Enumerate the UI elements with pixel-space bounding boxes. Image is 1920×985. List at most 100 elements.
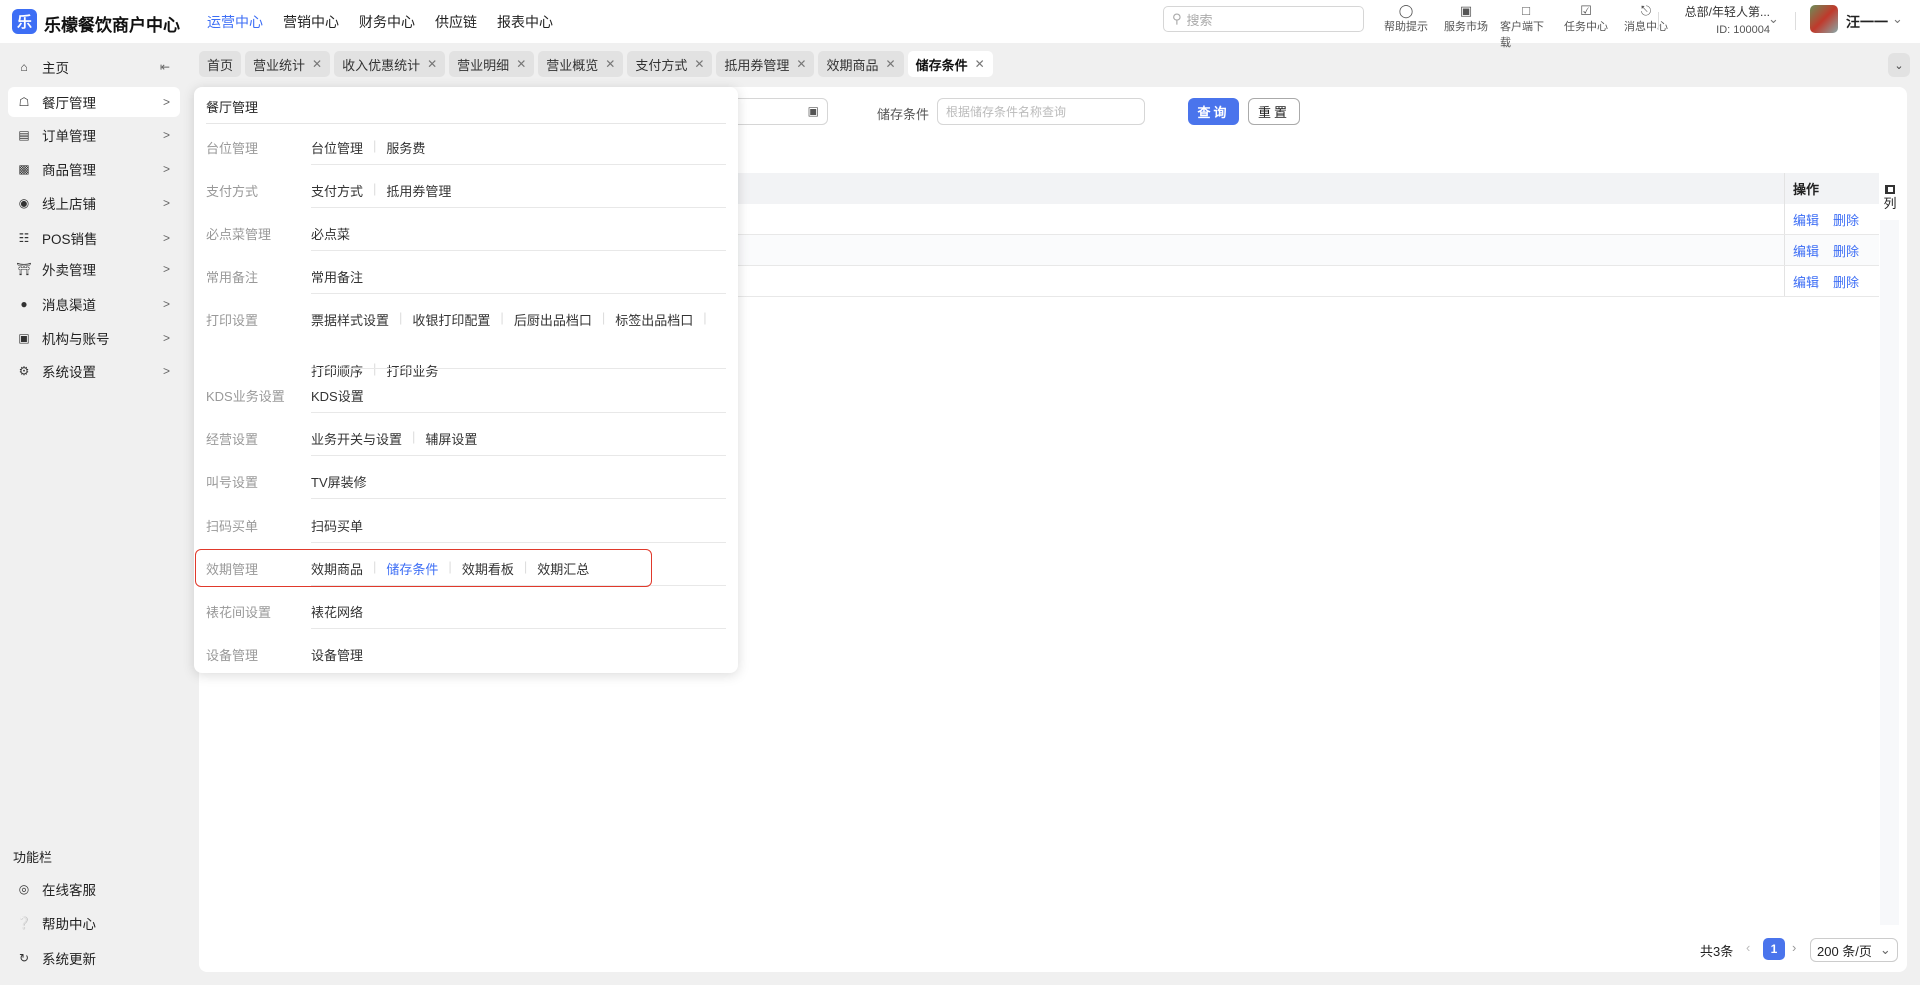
page-size-select[interactable]: 200 条/页 ⌄ [1810,938,1898,962]
nav-report-center[interactable]: 报表中心 [497,12,553,32]
tab-voucher-management[interactable]: 抵用券管理 ✕ [716,51,815,77]
sidebar-item-settings[interactable]: ⚙ 系统设置 > [8,356,180,386]
close-icon[interactable]: ✕ [694,57,704,71]
edit-link[interactable]: 编辑 [1793,241,1819,260]
menu-item[interactable]: TV屏装修 [311,472,367,491]
org-id: ID: 100004 [1716,24,1770,36]
delete-link[interactable]: 删除 [1833,210,1859,229]
menu-item[interactable]: 抵用券管理 [386,181,451,200]
column-settings-button[interactable]: 列 [1880,183,1900,213]
collapse-sidebar-icon[interactable]: ⇤ [160,60,170,74]
sidebar-item-help-center[interactable]: ❔ 帮助中心 [8,908,180,938]
sidebar-item-takeout[interactable]: ⛩ 外卖管理 > [8,254,180,284]
task-center-button[interactable]: ☑ 任务中心 [1560,3,1612,50]
order-icon: ▤ [18,128,30,142]
close-icon[interactable]: ✕ [427,57,437,71]
close-icon[interactable]: ✕ [312,57,322,71]
sidebar-item-pos[interactable]: ☷ POS销售 > [8,223,180,253]
menu-group-items: 裱花网络 [311,602,711,621]
client-download-button[interactable]: □ 客户端下载 [1500,3,1552,50]
nav-finance-center[interactable]: 财务中心 [359,12,415,32]
page-size-value: 200 条/页 [1817,943,1872,959]
message-center-button[interactable]: ⎋ 消息中心 [1620,3,1672,50]
sidebar-item-org-accounts[interactable]: ▣ 机构与账号 > [8,323,180,353]
tab-label: 收入优惠统计 [342,57,421,73]
question-icon: ❔ [16,916,32,930]
tab-payment-methods[interactable]: 支付方式 ✕ [627,51,713,77]
tab-business-detail[interactable]: 营业明细 ✕ [449,51,535,77]
tab-business-overview[interactable]: 营业概览 ✕ [538,51,624,77]
delete-link[interactable]: 删除 [1833,272,1859,291]
menu-item[interactable]: 服务费 [386,138,425,157]
menu-item[interactable]: 业务开关与设置 [311,429,402,448]
edit-link[interactable]: 编辑 [1793,272,1819,291]
menu-item[interactable]: KDS设置 [311,386,364,405]
sidebar-item-home[interactable]: ⌂ 主页 ⇤ [8,52,180,82]
chevron-down-icon[interactable]: ⌄ [1892,11,1903,27]
menu-item[interactable]: 支付方式 [311,181,363,200]
menu-item[interactable]: 收银打印配置 [412,310,490,329]
help-tips-button[interactable]: ◯ 帮助提示 [1380,3,1432,50]
chevron-right-icon: > [162,95,170,109]
table-scrollbar[interactable] [1880,220,1899,925]
sidebar-item-restaurant[interactable]: ☖ 餐厅管理 > [8,87,180,117]
user-name[interactable]: 汪一一 [1846,12,1888,32]
tab-storage-conditions[interactable]: 储存条件 ✕ [907,51,993,77]
menu-item[interactable]: 扫码买单 [311,516,363,535]
chevron-right-icon: > [162,231,170,245]
menu-item[interactable]: 设备管理 [311,645,363,664]
tab-home[interactable]: 首页 [199,51,242,77]
search-box[interactable]: ⚲ 搜索 [1163,6,1364,32]
nav-ops-center[interactable]: 运营中心 [207,12,263,32]
menu-item[interactable]: 裱花网络 [311,602,363,621]
edit-link[interactable]: 编辑 [1793,210,1819,229]
next-page-button[interactable]: › [1792,940,1796,955]
sidebar-item-online-service[interactable]: ◎ 在线客服 [8,874,180,904]
menu-group-label: 设备管理 [206,648,259,663]
nav-supply-chain[interactable]: 供应链 [435,12,477,32]
menu-item[interactable]: 打印业务 [386,361,438,380]
sidebar-item-online-store[interactable]: ◉ 线上店铺 > [8,188,180,218]
prev-page-button[interactable]: ‹ [1746,940,1750,955]
reset-button[interactable]: 重置 [1248,98,1300,125]
divider [311,498,726,499]
divider [1658,12,1659,30]
divider [1795,12,1796,30]
org-selector[interactable]: 总部/年轻人第... ID: 100004 [1670,3,1770,36]
tab-expiry-goods[interactable]: 效期商品 ✕ [818,51,904,77]
menu-item[interactable]: 后厨出品档口 [514,310,592,329]
bank-icon: ⛩ [16,262,32,276]
menu-item[interactable]: 常用备注 [311,267,363,286]
sidebar-item-orders[interactable]: ▤ 订单管理 > [8,120,180,150]
sidebar-item-goods[interactable]: ▩ 商品管理 > [8,154,180,184]
sidebar-item-label: 帮助中心 [42,917,96,932]
menu-item[interactable]: 台位管理 [311,138,363,157]
menu-group-label: 扫码买单 [206,519,259,534]
close-icon[interactable]: ✕ [975,57,985,71]
delete-link[interactable]: 删除 [1833,241,1859,260]
chevron-down-icon[interactable]: ⌄ [1768,11,1779,27]
close-icon[interactable]: ✕ [796,57,806,71]
menu-item[interactable]: 辅屏设置 [425,429,477,448]
menu-item[interactable]: 打印顺序 [311,361,363,380]
close-icon[interactable]: ✕ [886,57,896,71]
service-market-button[interactable]: ▣ 服务市场 [1440,3,1492,50]
close-icon[interactable]: ✕ [605,57,615,71]
menu-item[interactable]: 标签出品档口 [615,310,693,329]
tab-income-discount-stats[interactable]: 收入优惠统计 ✕ [334,51,446,77]
avatar[interactable] [1810,5,1838,33]
globe-icon: ◉ [18,196,30,210]
tab-business-stats[interactable]: 营业统计 ✕ [245,51,331,77]
close-icon[interactable]: ✕ [516,57,526,71]
menu-item[interactable]: 必点菜 [311,224,350,243]
menu-item[interactable]: 票据样式设置 [311,310,389,329]
storage-condition-input[interactable] [937,98,1145,125]
page-1-button[interactable]: 1 [1763,938,1785,960]
sidebar-item-system-update[interactable]: ↻ 系统更新 [8,943,180,973]
tool-label: 任务中心 [1564,21,1608,33]
query-button[interactable]: 查询 [1188,98,1239,125]
nav-marketing-center[interactable]: 营销中心 [283,12,339,32]
sidebar-item-messages[interactable]: ● 消息渠道 > [8,289,180,319]
tabs-more-button[interactable]: ⌄ [1888,53,1910,77]
menu-group-items: 业务开关与设置 | 辅屏设置 [311,429,711,448]
